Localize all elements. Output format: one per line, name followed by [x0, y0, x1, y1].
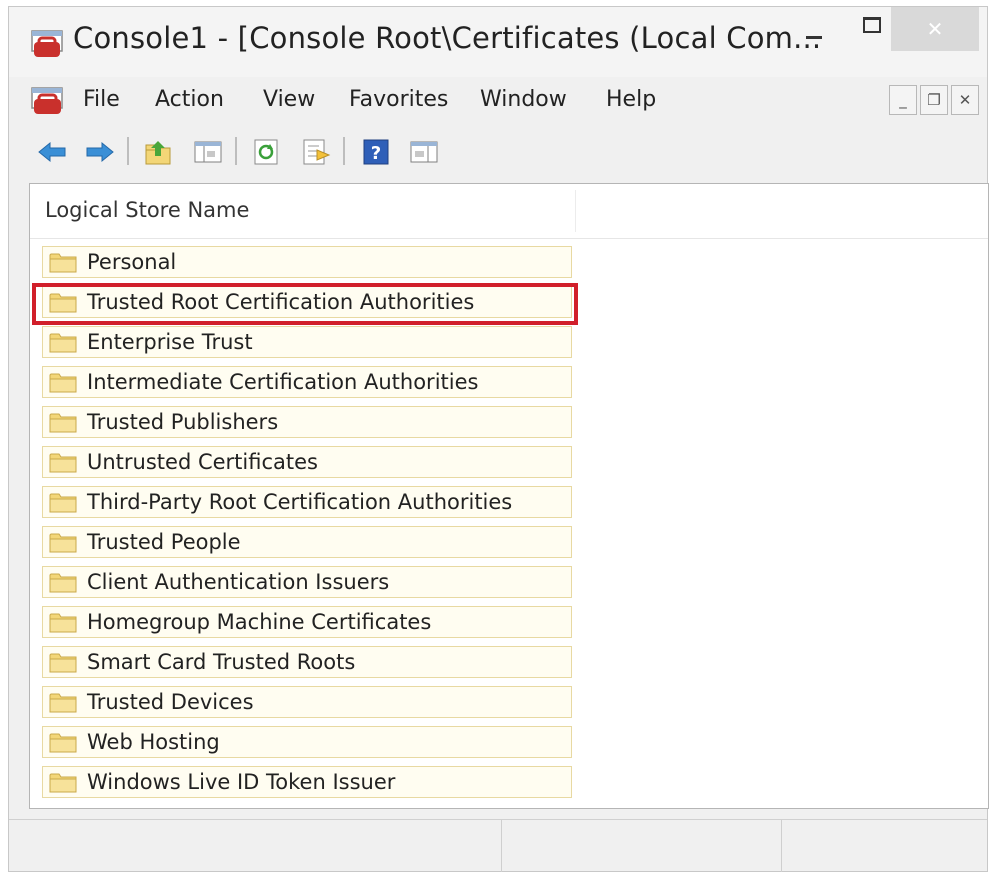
folder-icon [49, 290, 77, 314]
show-hide-action-pane-button[interactable] [407, 135, 441, 169]
list-item-label: Enterprise Trust [87, 330, 253, 354]
menu-file[interactable]: File [81, 87, 122, 112]
list-item[interactable]: Intermediate Certification Authorities [42, 366, 572, 398]
list-item[interactable]: Homegroup Machine Certificates [42, 606, 572, 638]
menu-action[interactable]: Action [153, 87, 226, 112]
folder-icon [49, 250, 77, 274]
list-item[interactable]: Enterprise Trust [42, 326, 572, 358]
mmc-console-icon [31, 29, 63, 59]
folder-icon [49, 730, 77, 754]
list-item-label: Untrusted Certificates [87, 450, 318, 474]
list-item[interactable]: Windows Live ID Token Issuer [42, 766, 572, 798]
forward-button[interactable] [83, 135, 117, 169]
list-item-label: Windows Live ID Token Issuer [87, 770, 396, 794]
toolbar: ? [9, 125, 987, 179]
help-icon: ? [363, 139, 389, 165]
toolbar-separator [343, 137, 345, 165]
folder-icon [49, 410, 77, 434]
folder-icon [49, 370, 77, 394]
menu-window[interactable]: Window [478, 87, 569, 112]
back-icon [38, 141, 66, 163]
list-item[interactable]: Trusted Devices [42, 686, 572, 718]
window-title: Console1 - [Console Root\Certificates (L… [73, 21, 822, 55]
up-one-level-icon [145, 141, 171, 165]
folder-icon [49, 650, 77, 674]
list-item-label: Trusted Root Certification Authorities [87, 290, 475, 314]
menu-help[interactable]: Help [604, 87, 658, 112]
maximize-icon [863, 17, 881, 33]
show-hide-console-tree-button[interactable] [191, 135, 225, 169]
list-item[interactable]: Untrusted Certificates [42, 446, 572, 478]
folder-icon [49, 490, 77, 514]
mmc-window: Console1 - [Console Root\Certificates (L… [8, 6, 989, 872]
status-bar-divider [781, 820, 782, 872]
list-item[interactable]: Web Hosting [42, 726, 572, 758]
folder-icon [49, 530, 77, 554]
restore-icon: ❐ [927, 91, 941, 109]
folder-icon [49, 690, 77, 714]
title-bar: Console1 - [Console Root\Certificates (L… [9, 7, 987, 77]
folder-icon [49, 610, 77, 634]
column-header-label: Logical Store Name [45, 198, 250, 222]
help-button[interactable]: ? [359, 135, 393, 169]
folder-icon [49, 450, 77, 474]
close-icon: ✕ [958, 91, 972, 109]
folder-icon [49, 770, 77, 794]
svg-text:?: ? [371, 143, 381, 164]
status-bar [9, 819, 987, 872]
list-item-label: Trusted Devices [87, 690, 254, 714]
minimize-icon: _ [899, 91, 907, 109]
list-item-label: Trusted Publishers [87, 410, 279, 434]
list-item-label: Smart Card Trusted Roots [87, 650, 356, 674]
child-restore-button[interactable]: ❐ [920, 85, 948, 115]
toolbar-separator [127, 137, 129, 165]
list-item[interactable]: Third-Party Root Certification Authoriti… [42, 486, 572, 518]
export-list-button[interactable] [299, 135, 333, 169]
minimize-button[interactable] [787, 7, 841, 59]
close-button[interactable]: ✕ [891, 7, 979, 51]
list-item-label: Client Authentication Issuers [87, 570, 390, 594]
refresh-button[interactable] [249, 135, 283, 169]
show-hide-action-pane-icon [410, 141, 438, 163]
status-bar-divider [501, 820, 502, 872]
list-item[interactable]: Trusted Publishers [42, 406, 572, 438]
list-item[interactable]: Smart Card Trusted Roots [42, 646, 572, 678]
list-item-label: Web Hosting [87, 730, 220, 754]
list-item-label: Homegroup Machine Certificates [87, 610, 432, 634]
child-close-button[interactable]: ✕ [951, 85, 979, 115]
mmc-console-icon[interactable] [31, 85, 65, 117]
forward-icon [86, 141, 114, 163]
up-one-level-button[interactable] [141, 135, 175, 169]
close-icon: ✕ [926, 17, 944, 41]
list-item-label: Third-Party Root Certification Authoriti… [87, 490, 513, 514]
minimize-icon [806, 35, 822, 39]
results-pane: Logical Store Name Personal Trusted Root … [29, 183, 989, 809]
menu-bar: File Action View Favorites Window Help _… [9, 79, 987, 125]
folder-icon [49, 570, 77, 594]
list-item[interactable]: Personal [42, 246, 572, 278]
export-list-icon [303, 139, 331, 165]
list-item[interactable]: Trusted People [42, 526, 572, 558]
list-item-label: Trusted People [87, 530, 241, 554]
list-item[interactable]: Trusted Root Certification Authorities [42, 286, 572, 318]
list-item-label: Intermediate Certification Authorities [87, 370, 479, 394]
folder-icon [49, 330, 77, 354]
back-button[interactable] [35, 135, 69, 169]
child-minimize-button[interactable]: _ [889, 85, 917, 115]
list-item[interactable]: Client Authentication Issuers [42, 566, 572, 598]
refresh-icon [254, 139, 278, 165]
child-window-controls: _ ❐ ✕ [886, 85, 979, 115]
menu-view[interactable]: View [261, 87, 317, 112]
toolbar-separator [235, 137, 237, 165]
menu-favorites[interactable]: Favorites [347, 87, 450, 112]
list-item-label: Personal [87, 250, 177, 274]
show-hide-console-tree-icon [194, 141, 222, 163]
column-header[interactable]: Logical Store Name [30, 184, 988, 239]
column-divider[interactable] [575, 190, 576, 232]
